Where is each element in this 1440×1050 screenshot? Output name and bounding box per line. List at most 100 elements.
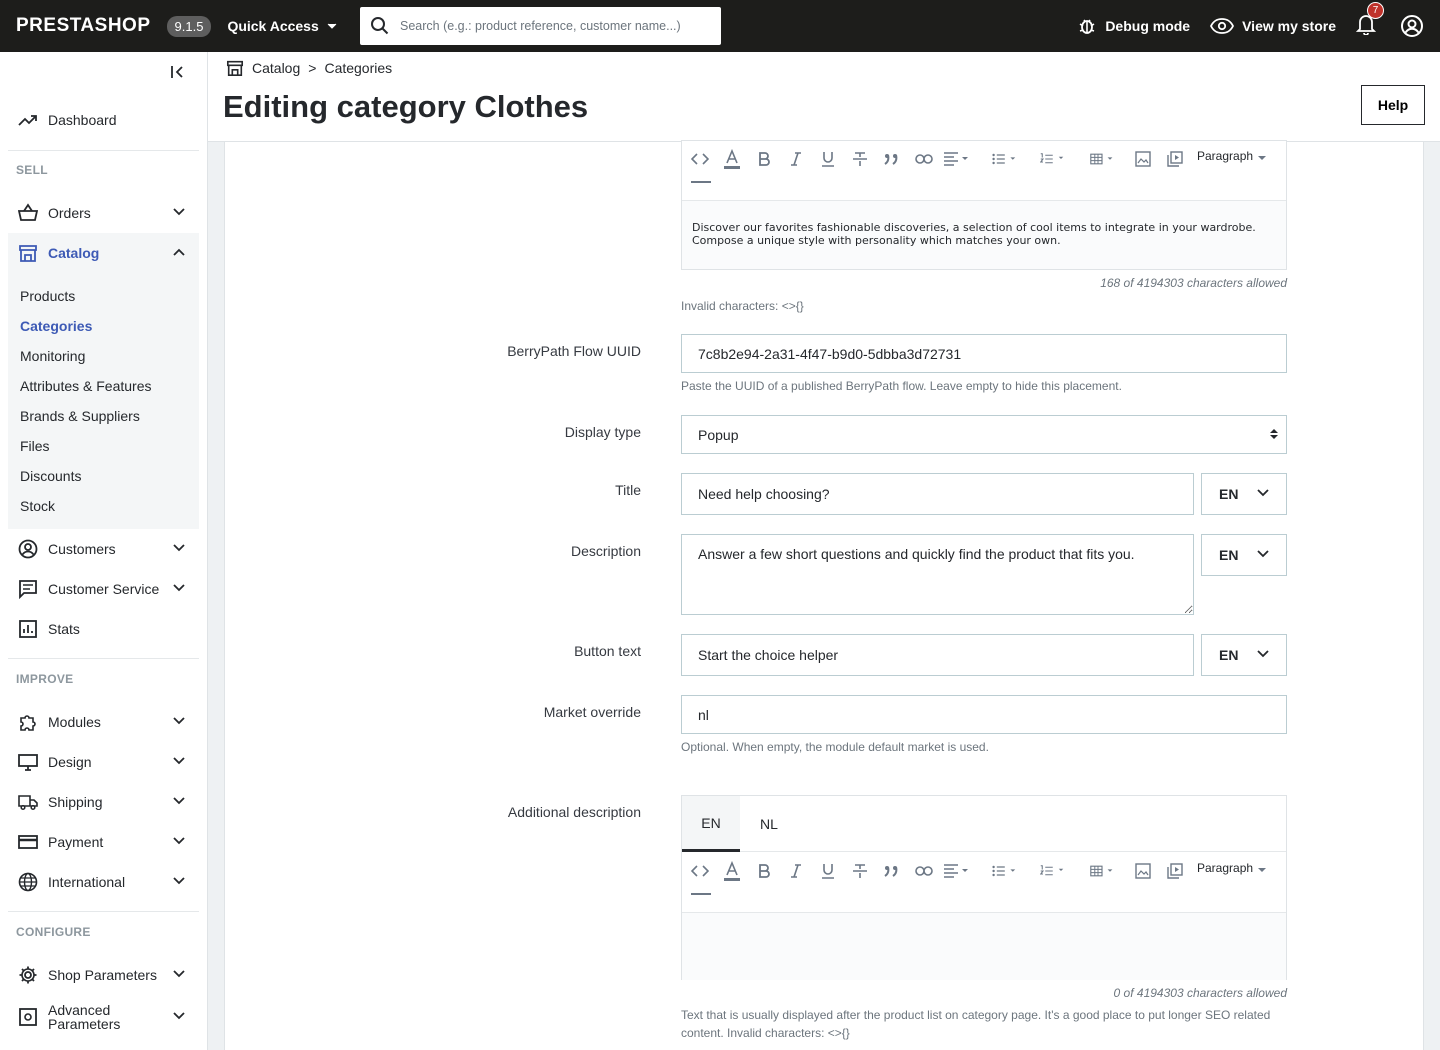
text-color-icon[interactable] — [720, 147, 744, 171]
sidebar-item-catalog[interactable]: Catalog — [8, 234, 199, 272]
sidebar-item-advanced-parameters[interactable]: Advanced Parameters — [8, 998, 199, 1036]
sidebar-subitem-discounts[interactable]: Discounts — [20, 468, 81, 484]
sidebar-item-design[interactable]: Design — [8, 743, 199, 781]
sidebar-item-orders[interactable]: Orders — [8, 194, 199, 232]
uuid-help: Paste the UUID of a published BerryPath … — [681, 379, 1122, 393]
sidebar-subitem-categories[interactable]: Categories — [20, 318, 92, 334]
breadcrumb-separator: > — [308, 60, 317, 76]
bold-icon[interactable] — [752, 147, 776, 171]
align-icon[interactable] — [944, 859, 968, 883]
sidebar-subitem-monitoring[interactable]: Monitoring — [20, 348, 85, 364]
collapse-sidebar-icon[interactable] — [170, 64, 186, 80]
underline-icon[interactable] — [816, 147, 840, 171]
strikethrough-icon[interactable] — [848, 859, 872, 883]
additional-char-counter: 0 of 4194303 characters allowed — [1113, 986, 1287, 1000]
sidebar-item-customer-service[interactable]: Customer Service — [8, 570, 199, 608]
editor-toolbar: Paragraph — [682, 853, 1286, 913]
sidebar-item-shop-parameters[interactable]: Shop Parameters — [8, 956, 199, 994]
image-icon[interactable] — [1131, 859, 1155, 883]
breadcrumb-catalog[interactable]: Catalog — [252, 60, 300, 76]
section-improve: IMPROVE — [16, 672, 74, 686]
sidebar: Dashboard SELL Orders Catalog Products C… — [0, 52, 208, 1050]
toolbar-separator — [691, 893, 711, 895]
sidebar-item-payment[interactable]: Payment — [8, 823, 199, 861]
market-override-input[interactable] — [681, 695, 1287, 734]
underline-icon[interactable] — [816, 859, 840, 883]
numbered-list-icon[interactable] — [1040, 859, 1064, 883]
chevron-down-icon — [173, 797, 185, 805]
sidebar-subitem-stock[interactable]: Stock — [20, 498, 55, 514]
source-code-icon[interactable] — [688, 147, 712, 171]
tab-en[interactable]: EN — [682, 796, 740, 852]
sidebar-item-customers[interactable]: Customers — [8, 530, 199, 568]
quote-icon[interactable] — [880, 859, 904, 883]
title-language-dropdown[interactable]: EN — [1201, 473, 1287, 515]
section-divider — [8, 911, 199, 912]
quick-access-button[interactable]: Quick Access — [227, 18, 337, 34]
quote-icon[interactable] — [880, 147, 904, 171]
sidebar-label-catalog: Catalog — [48, 245, 100, 261]
sidebar-item-international[interactable]: International — [8, 863, 199, 901]
italic-icon[interactable] — [784, 859, 808, 883]
sidebar-subitem-products[interactable]: Products — [20, 288, 75, 304]
sidebar-subitem-attributes[interactable]: Attributes & Features — [20, 378, 152, 394]
align-icon[interactable] — [944, 147, 968, 171]
image-icon[interactable] — [1131, 147, 1155, 171]
account-icon[interactable] — [1400, 14, 1424, 38]
sidebar-item-modules[interactable]: Modules — [8, 703, 199, 741]
description-editor-content[interactable]: Discover our favorites fashionable disco… — [682, 201, 1286, 269]
description-language-dropdown[interactable]: EN — [1201, 534, 1287, 576]
strikethrough-icon[interactable] — [848, 147, 872, 171]
italic-icon[interactable] — [784, 147, 808, 171]
gear-icon — [19, 966, 37, 984]
page-title: Editing category Clothes — [223, 89, 589, 124]
prestashop-logo[interactable]: PRESTASHOP — [16, 15, 151, 37]
description-editor[interactable]: Paragraph Discover our favorites fashion… — [681, 140, 1287, 270]
bullet-list-icon[interactable] — [992, 859, 1016, 883]
sidebar-item-stats[interactable]: Stats — [8, 610, 199, 648]
breadcrumb-categories[interactable]: Categories — [324, 60, 392, 76]
section-divider — [8, 658, 199, 659]
help-button[interactable]: Help — [1361, 85, 1425, 125]
paragraph-format-label[interactable]: Paragraph — [1197, 149, 1253, 163]
sidebar-item-shipping[interactable]: Shipping — [8, 783, 199, 821]
table-icon[interactable] — [1090, 859, 1114, 883]
notifications-button[interactable]: 7 — [1355, 1, 1384, 40]
table-icon[interactable] — [1090, 147, 1114, 171]
toolbar-separator — [691, 181, 711, 183]
bold-icon[interactable] — [752, 859, 776, 883]
title-input[interactable] — [681, 473, 1194, 515]
debug-mode-link[interactable]: Debug mode — [1077, 16, 1190, 36]
sidebar-label-international: International — [48, 874, 126, 890]
sidebar-subitem-brands[interactable]: Brands & Suppliers — [20, 408, 140, 424]
additional-description-content[interactable] — [682, 913, 1286, 980]
caret-down-icon[interactable] — [1257, 155, 1267, 161]
link-icon[interactable] — [912, 147, 936, 171]
media-icon[interactable] — [1163, 859, 1187, 883]
sidebar-item-dashboard[interactable]: Dashboard — [8, 101, 199, 139]
numbered-list-icon[interactable] — [1040, 147, 1064, 171]
description-help: Invalid characters: <>{} — [681, 299, 804, 313]
view-store-link[interactable]: View my store — [1210, 18, 1336, 34]
uuid-input[interactable] — [681, 334, 1287, 373]
paragraph-format-label[interactable]: Paragraph — [1197, 861, 1253, 875]
tab-nl[interactable]: NL — [740, 796, 798, 852]
chevron-down-icon — [1257, 650, 1269, 658]
source-code-icon[interactable] — [688, 859, 712, 883]
display-type-select[interactable]: Popup — [681, 415, 1287, 454]
chevron-down-icon — [1257, 489, 1269, 497]
text-color-icon[interactable] — [720, 859, 744, 883]
search-input[interactable] — [400, 19, 700, 33]
button-text-language-dropdown[interactable]: EN — [1201, 634, 1287, 676]
media-icon[interactable] — [1163, 147, 1187, 171]
search-icon[interactable] — [370, 16, 390, 36]
sidebar-subitem-files[interactable]: Files — [20, 438, 50, 454]
short-description-textarea[interactable]: Answer a few short questions and quickly… — [681, 534, 1194, 615]
button-text-input[interactable] — [681, 634, 1194, 676]
additional-description-help: Text that is usually displayed after the… — [681, 1006, 1287, 1042]
caret-down-icon[interactable] — [1257, 867, 1267, 873]
link-icon[interactable] — [912, 859, 936, 883]
section-divider — [8, 150, 199, 151]
bullet-list-icon[interactable] — [992, 147, 1016, 171]
sidebar-label-advanced-line2: Parameters — [48, 1016, 121, 1032]
